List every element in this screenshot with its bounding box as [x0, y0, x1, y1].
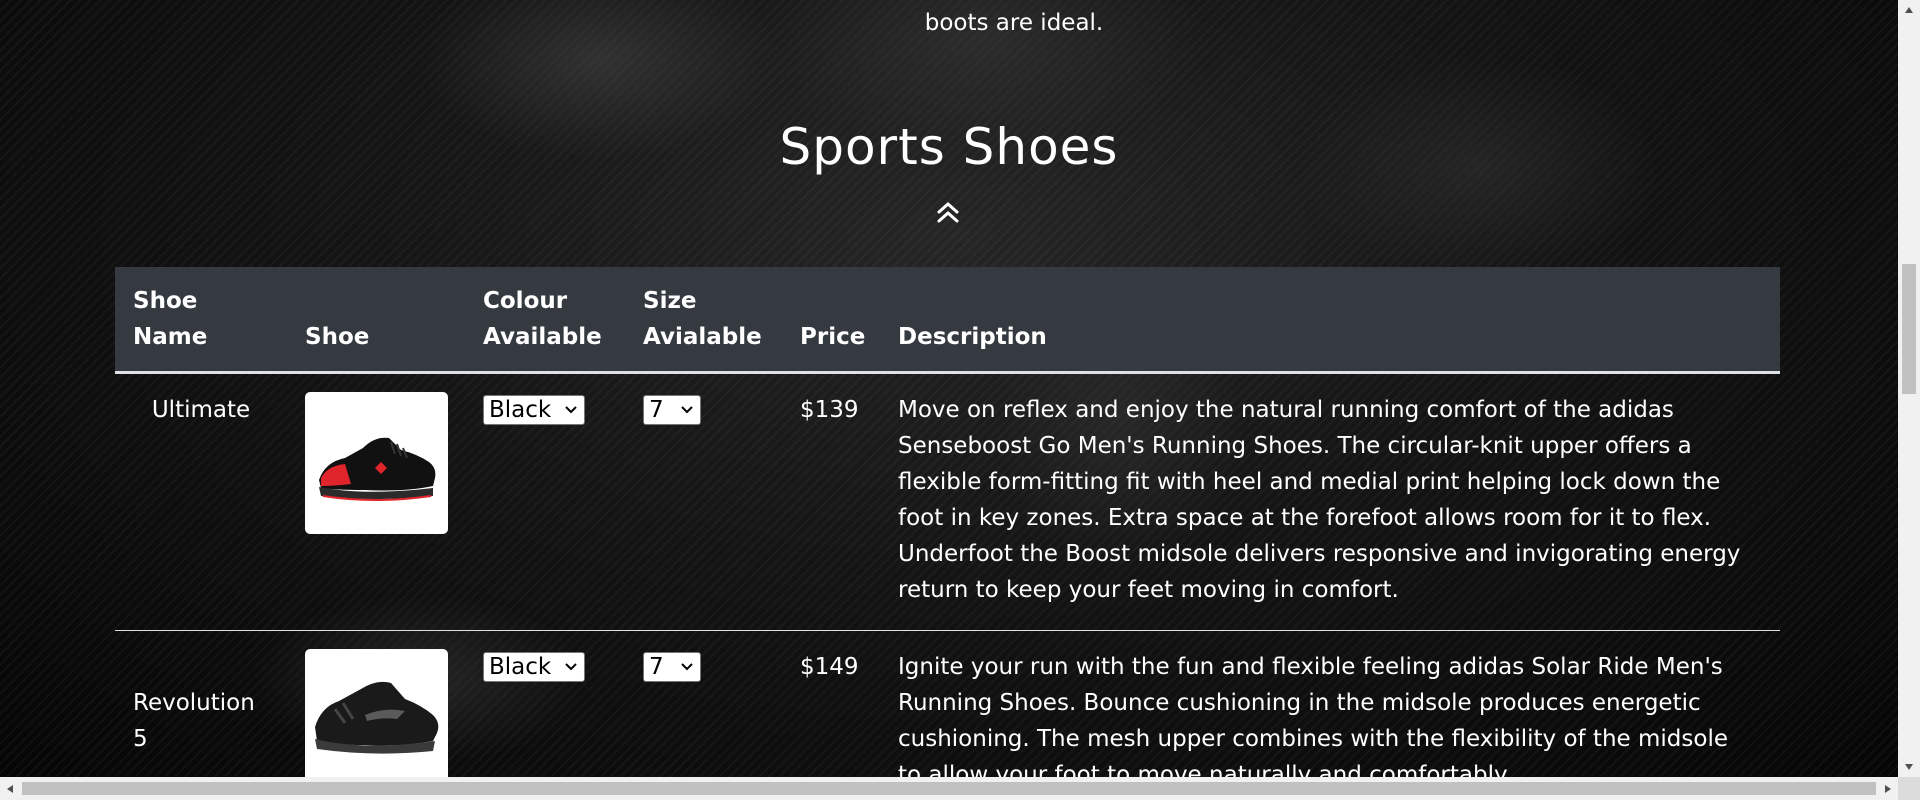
colour-select[interactable]: Black	[483, 395, 585, 425]
size-select-value: 7	[649, 654, 664, 680]
size-cell: 7	[625, 372, 782, 631]
table-row: Ultimate Black 7 $139 Move on reflex and…	[115, 372, 1780, 631]
size-select[interactable]: 7	[643, 395, 701, 425]
header-shoe: Shoe	[287, 267, 465, 374]
header-description: Description	[880, 267, 1780, 374]
vertical-scrollbar[interactable]	[1898, 0, 1920, 777]
table-row: Revolution 5 Black 7 $149 Ignite your ru…	[115, 630, 1780, 777]
colour-cell: Black	[465, 372, 625, 631]
table-header-row: Shoe Name Shoe Colour Available Size Avi…	[115, 267, 1780, 374]
size-select-value: 7	[649, 397, 664, 423]
scroll-left-arrow[interactable]	[0, 777, 20, 800]
colour-select-value: Black	[489, 654, 552, 680]
black-running-shoe-image	[305, 649, 448, 777]
triangle-up-icon	[1905, 7, 1913, 13]
colour-select-value: Black	[489, 397, 552, 423]
size-select[interactable]: 7	[643, 652, 701, 682]
header-colour-available: Colour Available	[465, 267, 625, 374]
chevron-down-icon	[681, 406, 693, 414]
shoe-image-cell	[287, 372, 465, 631]
chevron-down-icon	[565, 406, 577, 414]
horizontal-scroll-thumb[interactable]	[22, 782, 1876, 795]
shoe-name-cell: Ultimate	[115, 372, 287, 631]
description-cell: Ignite your run with the fun and flexibl…	[880, 630, 1780, 777]
scrollbar-corner	[1898, 777, 1920, 800]
section-title: Sports Shoes	[779, 118, 1119, 176]
triangle-down-icon	[1905, 764, 1913, 770]
header-size-available: Size Avialable	[625, 267, 782, 374]
header-price: Price	[782, 267, 880, 374]
size-cell: 7	[625, 630, 782, 777]
chevron-down-icon	[681, 663, 693, 671]
description-cell: Move on reflex and enjoy the natural run…	[880, 372, 1780, 631]
horizontal-scrollbar[interactable]	[0, 777, 1898, 800]
colour-select[interactable]: Black	[483, 652, 585, 682]
scroll-down-arrow[interactable]	[1898, 757, 1920, 777]
shoe-image-cell	[287, 630, 465, 777]
black-red-running-shoe-image	[305, 392, 448, 534]
triangle-right-icon	[1885, 784, 1891, 793]
shoe-name-cell: Revolution 5	[115, 630, 287, 777]
vertical-scroll-thumb[interactable]	[1902, 264, 1916, 394]
table-header: Shoe Name Shoe Colour Available Size Avi…	[115, 267, 1780, 374]
sports-shoes-table: Shoe Name Shoe Colour Available Size Avi…	[115, 267, 1780, 777]
price-cell: $139	[782, 372, 880, 631]
colour-cell: Black	[465, 630, 625, 777]
header-shoe-name: Shoe Name	[115, 267, 287, 374]
scroll-up-arrow[interactable]	[1898, 0, 1920, 20]
scroll-right-arrow[interactable]	[1878, 777, 1898, 800]
double-chevron-up-icon	[937, 202, 959, 223]
intro-text-tail: boots are ideal.	[924, 10, 1104, 36]
scroll-to-top-button[interactable]	[934, 195, 962, 229]
price-cell: $149	[782, 630, 880, 777]
page-background: boots are ideal. Sports Shoes Shoe Name …	[0, 0, 1898, 777]
triangle-left-icon	[7, 784, 13, 793]
chevron-down-icon	[565, 663, 577, 671]
